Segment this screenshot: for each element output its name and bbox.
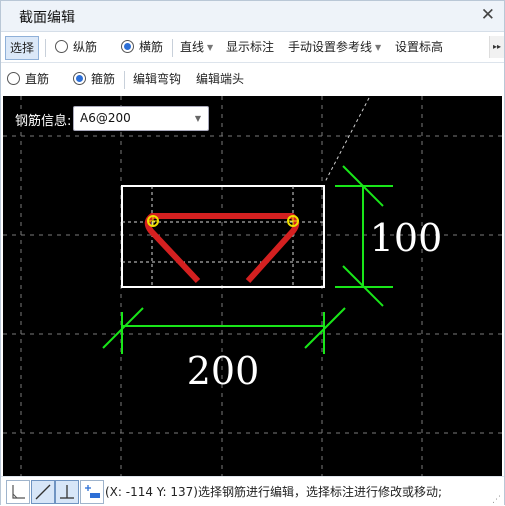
toolbar-separator xyxy=(124,71,125,89)
toolbar-separator xyxy=(45,39,46,57)
manual-reference-label: 手动设置参考线 xyxy=(288,40,373,54)
perpendicular-icon[interactable] xyxy=(55,480,79,504)
toolbar-row-1: 选择 纵筋 横筋 直线 ▼ 显示标注 手动设置参考线 ▼ 设置标高 ▸▸ xyxy=(1,32,504,63)
line-dropdown-label: 直线 xyxy=(180,40,205,54)
radio-off-icon xyxy=(7,72,20,85)
radio-off-icon xyxy=(55,40,68,53)
edit-hook-button[interactable]: 编辑弯钩 xyxy=(133,64,181,94)
rebar-info-label: 钢筋信息: xyxy=(15,114,72,129)
window-title: 截面编辑 xyxy=(19,10,75,26)
more-icon[interactable]: ▸▸ xyxy=(489,36,504,58)
set-elevation-button[interactable]: 设置标高 xyxy=(395,32,443,62)
radio-straight-label: 直筋 xyxy=(25,72,50,86)
width-dimension-text[interactable]: 200 xyxy=(187,349,260,393)
radio-on-icon xyxy=(121,40,134,53)
radio-stirrup[interactable]: 箍筋 xyxy=(73,64,115,94)
manual-reference-dropdown[interactable]: 手动设置参考线 ▼ xyxy=(288,32,381,62)
status-bar: (X: -114 Y: 137)选择钢筋进行编辑，选择标注进行修改或移动; ⋰ xyxy=(1,476,504,505)
rebar-node-left[interactable] xyxy=(147,215,159,227)
radio-longitudinal[interactable]: 纵筋 xyxy=(55,32,97,62)
toolbar-row-2: 直筋 箍筋 编辑弯钩 编辑端头 xyxy=(1,63,504,95)
title-bar: 截面编辑 ✕ xyxy=(1,1,504,32)
chevron-down-icon: ▼ xyxy=(194,114,201,123)
show-annotation-button[interactable]: 显示标注 xyxy=(226,32,274,62)
resize-grip-icon[interactable]: ⋰ xyxy=(492,496,501,505)
width-dimension[interactable] xyxy=(102,307,346,354)
select-button[interactable]: 选择 xyxy=(5,36,40,60)
close-icon[interactable]: ✕ xyxy=(481,5,495,25)
radio-on-icon xyxy=(73,72,86,85)
radio-stirrup-label: 箍筋 xyxy=(91,72,116,86)
rebar-node-right[interactable] xyxy=(287,215,299,227)
radio-transverse-label: 横筋 xyxy=(139,40,164,54)
add-dimension-icon[interactable] xyxy=(80,480,104,504)
section-edit-window: 截面编辑 ✕ 选择 纵筋 横筋 直线 ▼ 显示标注 手动设置参考线 ▼ 设置标高 ▸… xyxy=(0,0,505,505)
status-message: (X: -114 Y: 137)选择钢筋进行编辑，选择标注进行修改或移动; xyxy=(105,485,443,499)
drawing-canvas[interactable]: 200 100 钢筋信息: A6@200 ▼ xyxy=(3,96,502,476)
chevron-down-icon: ▼ xyxy=(207,43,214,52)
height-dimension-text[interactable]: 100 xyxy=(370,216,443,260)
radio-longitudinal-label: 纵筋 xyxy=(73,40,98,54)
edit-end-button[interactable]: 编辑端头 xyxy=(196,64,244,94)
rebar-info-select[interactable]: A6@200 ▼ xyxy=(73,106,209,131)
radio-straight[interactable]: 直筋 xyxy=(7,64,49,94)
rebar-info-value: A6@200 xyxy=(80,111,131,125)
line-dropdown[interactable]: 直线 ▼ xyxy=(180,32,213,62)
diagonal-line-icon[interactable] xyxy=(31,480,55,504)
section-drawing: 200 100 xyxy=(3,96,502,476)
toolbar-separator xyxy=(172,39,173,57)
chevron-down-icon: ▼ xyxy=(375,43,382,52)
corner-line-icon[interactable] xyxy=(6,480,30,504)
radio-transverse[interactable]: 横筋 xyxy=(121,32,163,62)
